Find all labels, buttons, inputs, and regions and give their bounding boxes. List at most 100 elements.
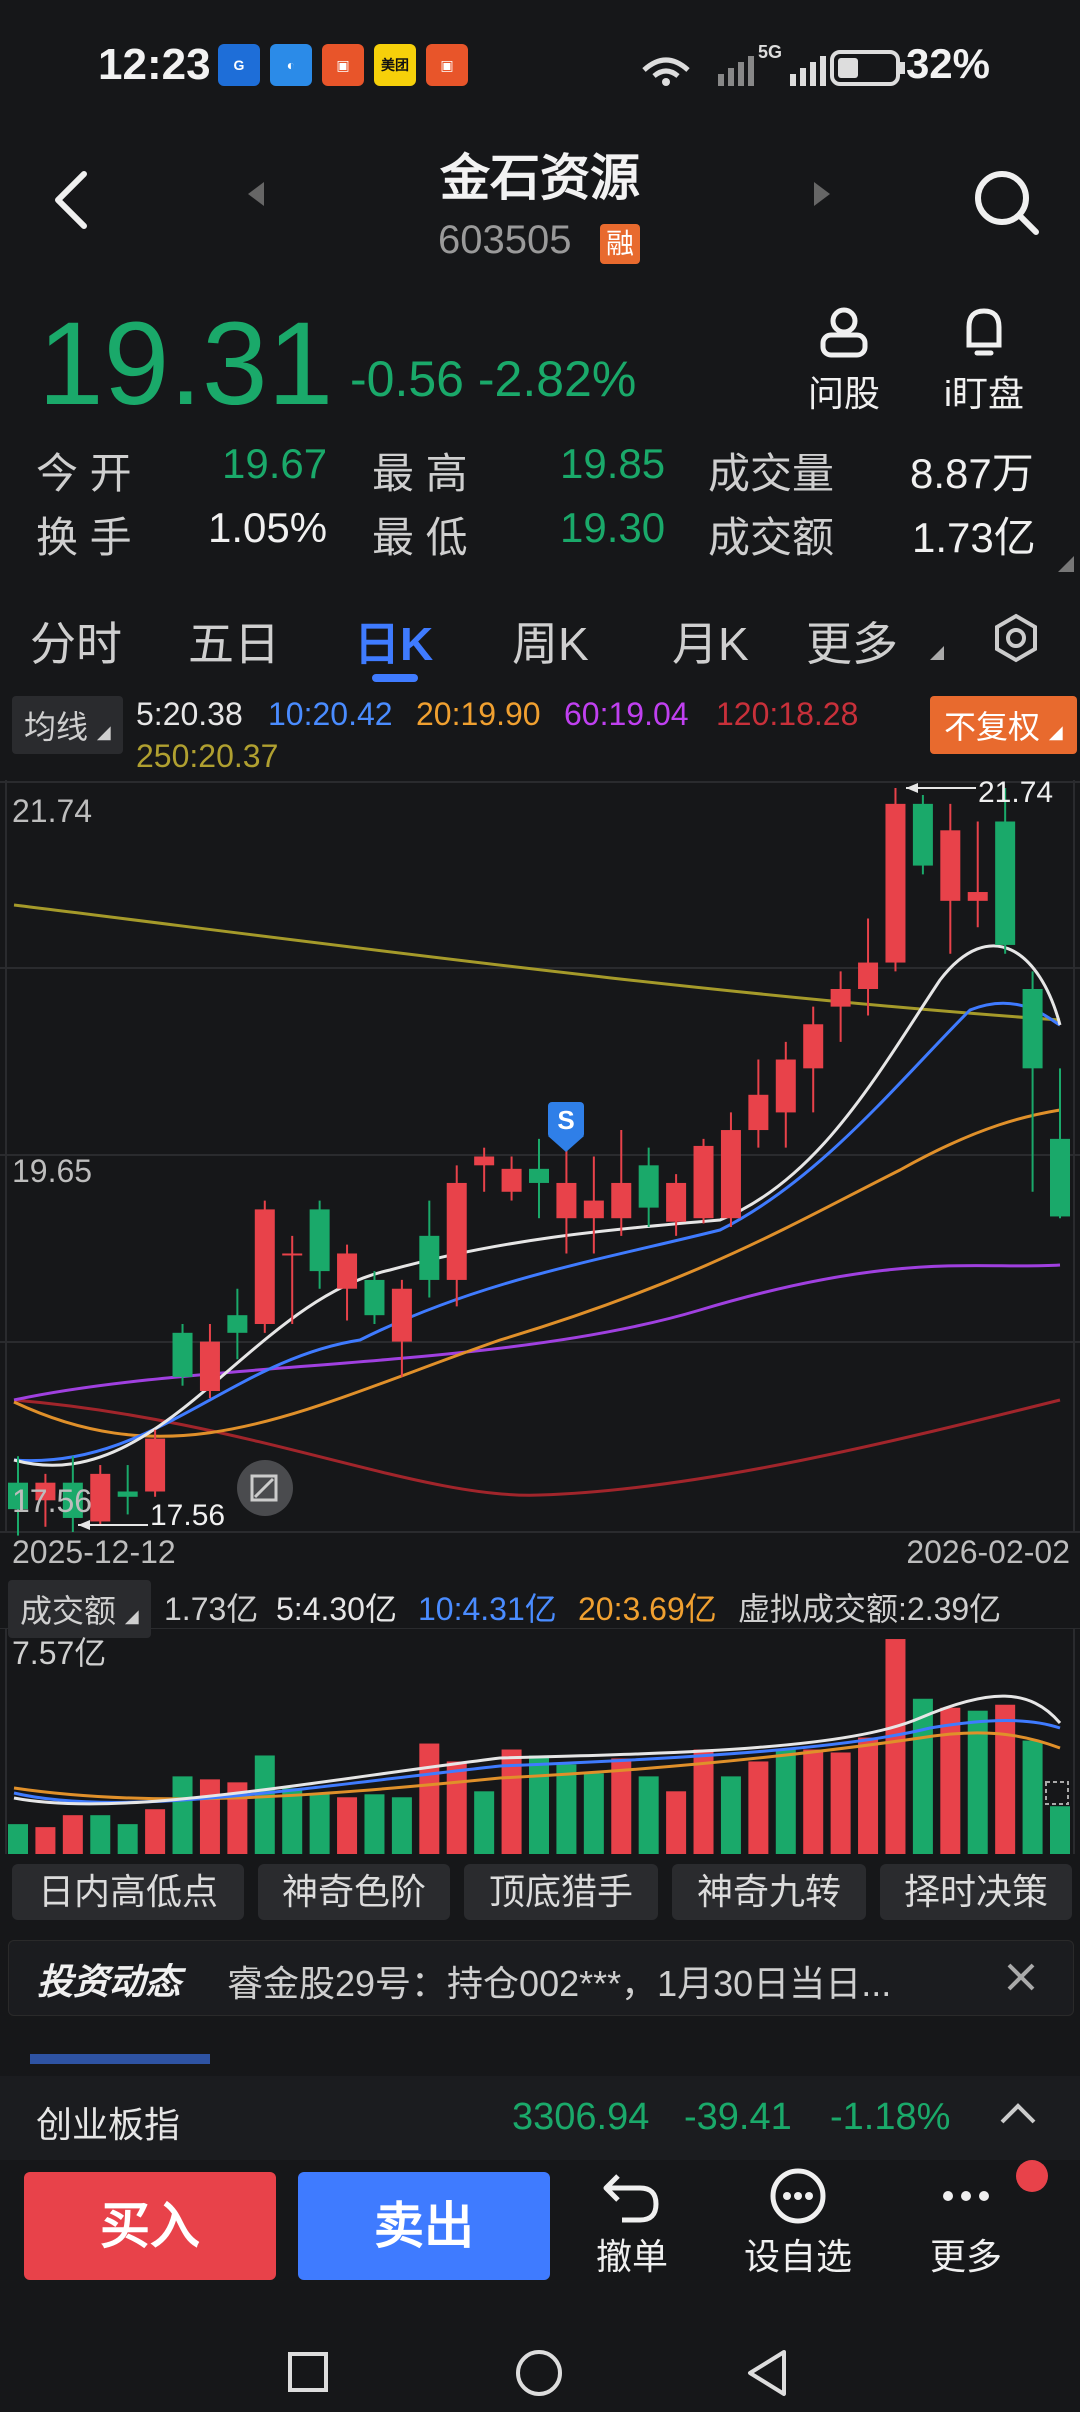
tab-intraday[interactable]: 分时 <box>30 608 122 674</box>
adjust-button[interactable]: 不复权 ◢ <box>930 696 1077 754</box>
volume-bars-group <box>8 1639 1070 1854</box>
ma250-value: 250:20.37 <box>136 738 279 774</box>
candle-body <box>885 803 906 963</box>
watch-label: i盯盘 <box>944 373 1024 414</box>
candle-body <box>693 1145 714 1219</box>
candle-body <box>364 1279 385 1316</box>
volume-bar <box>583 1773 604 1854</box>
tab-daily-k[interactable]: 日K <box>354 608 433 674</box>
index-name: 创业板指 <box>36 2104 181 2145</box>
volume-bar <box>803 1749 824 1854</box>
y-axis-low: 17.56 <box>12 1483 92 1519</box>
high-value: 19.85 <box>560 440 666 487</box>
margin-badge: 融 <box>600 224 640 264</box>
volume-today: 1.73亿 <box>164 1591 259 1627</box>
candle-body <box>666 1182 687 1222</box>
volume-bar <box>611 1758 632 1854</box>
chevron-up-icon[interactable] <box>998 2098 1038 2128</box>
ma-selector[interactable]: 均线 ◢ <box>12 696 123 754</box>
ma120-value: 120:18.28 <box>716 696 859 732</box>
back-nav-icon[interactable] <box>744 2348 788 2398</box>
volume-value: 8.87万 <box>910 450 1034 497</box>
open-label: 今 开 <box>36 450 132 497</box>
volume-bar <box>35 1827 56 1854</box>
home-icon[interactable] <box>514 2348 564 2398</box>
recent-apps-icon[interactable] <box>286 2350 330 2394</box>
candle-body <box>830 989 851 1007</box>
news-bar[interactable]: 投资动态 睿金股29号：持仓002***，1月30日当日... <box>8 1940 1074 2016</box>
turnover-value: 1.05% <box>208 504 328 551</box>
tab-weekly-k[interactable]: 周K <box>512 608 589 674</box>
virtual-volume: 虚拟成交额:2.39亿 <box>738 1591 1002 1627</box>
expand-corner-icon[interactable] <box>1058 556 1074 572</box>
indicator-intraday-hl[interactable]: 日内高低点 <box>12 1864 244 1920</box>
partial-section-peek <box>0 2030 1080 2076</box>
high-label: 最 高 <box>372 450 468 497</box>
watch-button[interactable]: i盯盘 <box>924 305 1044 417</box>
stock-code: 603505 <box>438 218 572 262</box>
ask-stock-button[interactable]: 问股 <box>784 305 904 417</box>
stock-name: 金石资源 <box>440 150 640 206</box>
volume-bar <box>145 1809 166 1854</box>
candle-body <box>583 1200 604 1219</box>
active-tab-indicator <box>372 674 418 682</box>
ma5-value: 5:20.38 <box>136 696 243 732</box>
more-label: 更多 <box>929 2236 1002 2277</box>
volume-bar <box>858 1737 879 1854</box>
volume-bar <box>885 1639 906 1854</box>
battery-icon <box>830 50 905 86</box>
undo-order-button[interactable]: 撤单 <box>572 2166 692 2280</box>
more-dots-icon <box>943 2191 989 2201</box>
current-price: 19.31 <box>38 298 334 430</box>
change-percent: -2.82% <box>477 351 637 407</box>
tab-monthly-k[interactable]: 月K <box>672 608 749 674</box>
index-bar[interactable]: 创业板指 3306.94 -39.41 -1.18% <box>0 2076 1080 2160</box>
candle-body <box>145 1438 166 1492</box>
volume-bar <box>8 1824 28 1854</box>
settings-icon[interactable] <box>990 612 1042 664</box>
status-time: 12:23 <box>98 40 211 89</box>
undo-icon <box>603 2174 659 2223</box>
volume-bar <box>337 1797 358 1854</box>
indicator-magic-color[interactable]: 神奇色阶 <box>258 1864 450 1920</box>
indicator-top-bottom[interactable]: 顶底猎手 <box>464 1864 658 1920</box>
search-icon[interactable] <box>972 168 1042 238</box>
ma60-value: 60:19.04 <box>564 696 689 732</box>
volume-bar <box>474 1791 495 1854</box>
volume-chart[interactable]: 7.57亿 <box>0 1628 1080 1856</box>
tab-more[interactable]: 更多 <box>806 608 898 674</box>
tab-five-day[interactable]: 五日 <box>188 608 280 674</box>
sell-button[interactable]: 卖出 <box>298 2172 550 2280</box>
ma5-line <box>13 944 1062 1467</box>
volume-ma10: 10:4.31亿 <box>418 1591 557 1627</box>
close-icon[interactable] <box>1005 1961 1037 1993</box>
news-text: 睿金股29号：持仓002***，1月30日当日... <box>227 1963 892 2004</box>
candle-body <box>419 1235 440 1280</box>
ma10-line <box>13 1001 1061 1463</box>
candle-body <box>1050 1138 1070 1217</box>
low-value: 19.30 <box>560 504 666 551</box>
ma20-value: 20:19.90 <box>416 696 541 732</box>
candle-body <box>995 821 1016 945</box>
indicator-magic-nine[interactable]: 神奇九转 <box>672 1864 866 1920</box>
volume-bar <box>830 1752 851 1854</box>
more-button[interactable]: 更多 <box>906 2166 1026 2280</box>
volume-bar <box>748 1761 769 1854</box>
volume-bar <box>940 1707 961 1854</box>
index-value: 3306.94 <box>512 2096 650 2138</box>
volume-ma5: 5:4.30亿 <box>276 1591 397 1627</box>
high-marker: 21.74 <box>978 780 1053 809</box>
add-watchlist-button[interactable]: 设自选 <box>738 2166 858 2280</box>
turnover-label: 换 手 <box>36 514 132 561</box>
candle-body <box>90 1473 111 1522</box>
buy-button[interactable]: 买入 <box>24 2172 276 2280</box>
kline-chart[interactable]: 21.74 19.65 17.56 21.74 17.56 S <box>0 780 1080 1540</box>
draw-tool-icon <box>237 1460 293 1516</box>
candle-body <box>391 1288 412 1342</box>
news-logo: 投资动态 <box>37 1961 182 2002</box>
low-marker: 17.56 <box>150 1499 225 1532</box>
news-app-icon: ▣ <box>322 44 364 86</box>
indicator-timing[interactable]: 择时决策 <box>880 1864 1072 1920</box>
x-axis-end: 2026-02-02 <box>906 1534 1070 1570</box>
news2-app-icon: ▣ <box>426 44 468 86</box>
